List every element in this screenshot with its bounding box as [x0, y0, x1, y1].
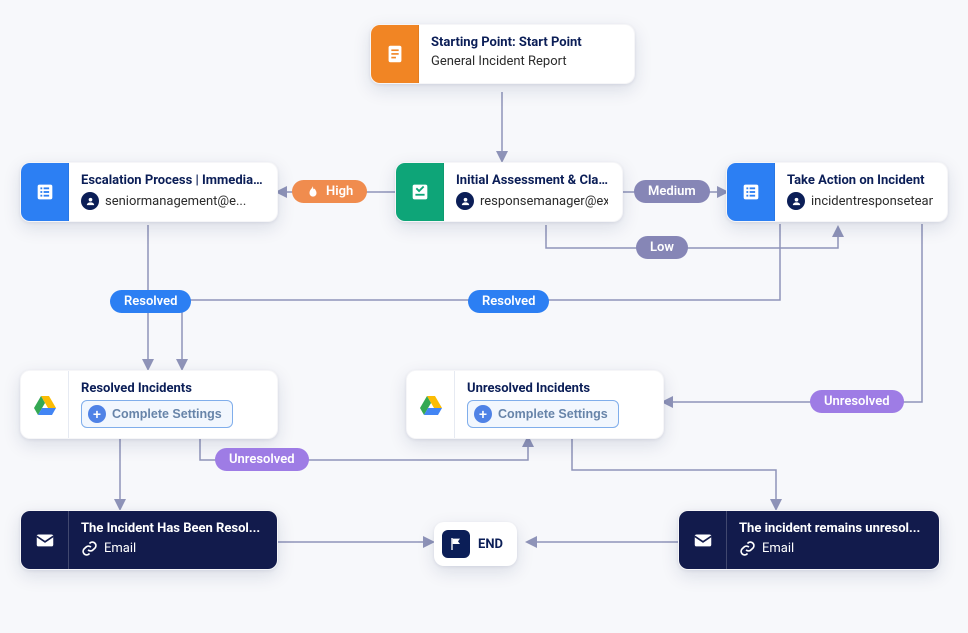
status-badge-resolved: Resolved: [468, 290, 549, 313]
google-drive-icon: [407, 371, 455, 438]
settings-label: Complete Settings: [112, 407, 222, 421]
google-drive-icon: [21, 371, 69, 438]
incident-unresolved-type: Email: [739, 540, 925, 557]
incident-unresolved-node[interactable]: The incident remains unresol... Email: [678, 510, 940, 570]
complete-settings-button[interactable]: + Complete Settings: [467, 400, 619, 428]
start-title: Starting Point: Start Point: [431, 35, 620, 50]
assessment-assignee: responsemanager@ex...: [456, 192, 608, 210]
link-icon: [81, 540, 98, 557]
priority-badge-medium: Medium: [634, 180, 710, 203]
start-node[interactable]: Starting Point: Start Point General Inci…: [370, 24, 635, 84]
resolved-node[interactable]: Resolved Incidents + Complete Settings: [20, 370, 278, 439]
email-label: Email: [762, 541, 794, 556]
assessment-title: Initial Assessment & Classific...: [456, 173, 608, 188]
unresolved-title: Unresolved Incidents: [467, 381, 649, 396]
escalation-email: seniormanagement@e...: [105, 194, 246, 209]
priority-badge-high: High: [292, 180, 367, 203]
end-node[interactable]: END: [434, 522, 517, 566]
resolved-title: Resolved Incidents: [81, 381, 263, 396]
email-label: Email: [104, 541, 136, 556]
person-icon: [456, 192, 474, 210]
incident-resolved-node[interactable]: The Incident Has Been Resol... Email: [20, 510, 278, 570]
complete-settings-button[interactable]: + Complete Settings: [81, 400, 233, 428]
escalation-assignee: seniormanagement@e...: [81, 192, 263, 210]
end-label: END: [478, 537, 503, 552]
checklist-icon: [727, 163, 775, 221]
person-icon: [81, 192, 99, 210]
assessment-node[interactable]: Initial Assessment & Classific... respon…: [395, 162, 623, 222]
escalation-node[interactable]: Escalation Process | Immedia... seniorma…: [20, 162, 278, 222]
flag-icon: [442, 530, 470, 558]
takeaction-assignee: incidentresponseteam...: [787, 192, 933, 210]
assessment-email: responsemanager@ex...: [480, 194, 608, 209]
mail-icon: [679, 511, 727, 569]
document-icon: [371, 25, 419, 83]
person-icon: [787, 192, 805, 210]
takeaction-node[interactable]: Take Action on Incident incidentresponse…: [726, 162, 948, 222]
status-badge-unresolved: Unresolved: [215, 448, 309, 471]
incident-resolved-title: The Incident Has Been Resol...: [81, 521, 263, 536]
mail-icon: [21, 511, 69, 569]
high-label: High: [326, 184, 353, 199]
plus-icon: +: [88, 405, 106, 423]
link-icon: [739, 540, 756, 557]
escalation-title: Escalation Process | Immedia...: [81, 173, 263, 188]
status-badge-unresolved: Unresolved: [810, 390, 904, 413]
plus-icon: +: [474, 405, 492, 423]
priority-badge-low: Low: [636, 236, 688, 259]
incident-unresolved-title: The incident remains unresol...: [739, 521, 925, 536]
takeaction-title: Take Action on Incident: [787, 173, 933, 188]
flame-icon: [306, 185, 320, 199]
start-subtitle: General Incident Report: [431, 54, 620, 69]
checklist-icon: [21, 163, 69, 221]
incident-resolved-type: Email: [81, 540, 263, 557]
settings-label: Complete Settings: [498, 407, 608, 421]
unresolved-node[interactable]: Unresolved Incidents + Complete Settings: [406, 370, 664, 439]
form-icon: [396, 163, 444, 221]
status-badge-resolved: Resolved: [110, 290, 191, 313]
takeaction-email: incidentresponseteam...: [811, 194, 933, 209]
